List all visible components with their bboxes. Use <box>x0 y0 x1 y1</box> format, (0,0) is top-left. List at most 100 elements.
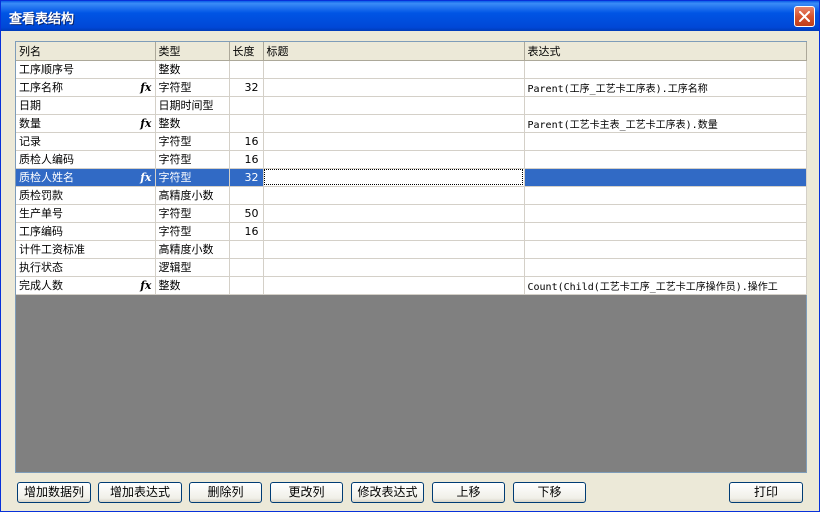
cell-caption[interactable] <box>263 60 525 79</box>
table-row[interactable]: 完成人数 fx 整数 Count(Child(工艺卡工序_工艺卡工序操作员).操作工 <box>16 276 807 295</box>
cell-column-name[interactable]: 质检人编码 <box>16 150 156 169</box>
table-row[interactable]: 执行状态 逻辑型 <box>16 258 807 277</box>
cell-type[interactable]: 高精度小数 <box>155 240 230 259</box>
cell-type[interactable]: 整数 <box>155 276 230 295</box>
table-row[interactable]: 工序编码 字符型 16 <box>16 222 807 241</box>
cell-length[interactable] <box>229 258 264 277</box>
cell-expression[interactable] <box>524 60 807 79</box>
close-button[interactable] <box>794 6 815 27</box>
cell-column-name[interactable]: 工序编码 <box>16 222 156 241</box>
column-name-text: 工序名称 <box>19 81 63 94</box>
cell-type[interactable]: 字符型 <box>155 132 230 151</box>
cell-length[interactable] <box>229 96 264 115</box>
cell-column-name[interactable]: 工序名称 fx <box>16 78 156 97</box>
cell-type[interactable]: 字符型 <box>155 222 230 241</box>
column-header-expression[interactable]: 表达式 <box>524 42 807 61</box>
add-expression-button[interactable]: 增加表达式 <box>98 482 182 503</box>
cell-column-name[interactable]: 生产单号 <box>16 204 156 223</box>
cell-column-name[interactable]: 记录 <box>16 132 156 151</box>
table-row[interactable]: 生产单号 字符型 50 <box>16 204 807 223</box>
cell-caption[interactable] <box>263 132 525 151</box>
cell-expression[interactable] <box>524 150 807 169</box>
cell-length[interactable]: 16 <box>229 132 264 151</box>
cell-column-name[interactable]: 质检罚款 <box>16 186 156 205</box>
title-bar[interactable]: 查看表结构 <box>1 1 819 31</box>
table-row[interactable]: 工序顺序号 整数 <box>16 60 807 79</box>
cell-length[interactable] <box>229 276 264 295</box>
cell-caption[interactable] <box>263 240 525 259</box>
cell-type[interactable]: 日期时间型 <box>155 96 230 115</box>
cell-caption[interactable] <box>263 204 525 223</box>
table-row[interactable]: 日期 日期时间型 <box>16 96 807 115</box>
delete-column-button[interactable]: 删除列 <box>189 482 262 503</box>
cell-caption[interactable] <box>263 168 525 187</box>
add-data-column-button[interactable]: 增加数据列 <box>17 482 91 503</box>
cell-expression[interactable] <box>524 222 807 241</box>
table-row[interactable]: 数量 fx 整数 Parent(工艺卡主表_工艺卡工序表).数量 <box>16 114 807 133</box>
cell-length[interactable]: 16 <box>229 150 264 169</box>
cell-length[interactable] <box>229 240 264 259</box>
cell-caption[interactable] <box>263 222 525 241</box>
cell-expression[interactable] <box>524 132 807 151</box>
cell-type[interactable]: 字符型 <box>155 168 230 187</box>
cell-column-name[interactable]: 工序顺序号 <box>16 60 156 79</box>
cell-expression[interactable]: Count(Child(工艺卡工序_工艺卡工序操作员).操作工 <box>524 276 807 295</box>
cell-column-name[interactable]: 质检人姓名 fx <box>16 168 156 187</box>
column-name-text: 质检人编码 <box>19 153 74 166</box>
cell-column-name[interactable]: 数量 fx <box>16 114 156 133</box>
cell-expression[interactable] <box>524 96 807 115</box>
column-name-text: 日期 <box>19 99 41 112</box>
table-row[interactable]: 计件工资标准 高精度小数 <box>16 240 807 259</box>
column-header-caption[interactable]: 标题 <box>263 42 525 61</box>
cell-length[interactable]: 32 <box>229 168 264 187</box>
cell-length[interactable]: 32 <box>229 78 264 97</box>
cell-type[interactable]: 整数 <box>155 60 230 79</box>
column-header-type[interactable]: 类型 <box>155 42 230 61</box>
cell-length[interactable] <box>229 114 264 133</box>
cell-column-name[interactable]: 执行状态 <box>16 258 156 277</box>
cell-expression[interactable] <box>524 186 807 205</box>
cell-expression[interactable]: Parent(工序_工艺卡工序表).工序名称 <box>524 78 807 97</box>
table-row[interactable]: 记录 字符型 16 <box>16 132 807 151</box>
cell-length[interactable] <box>229 60 264 79</box>
cell-type[interactable]: 整数 <box>155 114 230 133</box>
cell-length[interactable]: 16 <box>229 222 264 241</box>
move-up-button[interactable]: 上移 <box>432 482 505 503</box>
cell-caption[interactable] <box>263 258 525 277</box>
column-header-length[interactable]: 长度 <box>229 42 264 61</box>
change-column-button[interactable]: 更改列 <box>270 482 343 503</box>
dialog-window: 查看表结构 列名 类型 长度 标题 表达式 工序顺序号 整数 工序名称 fx 字符型 32… <box>0 0 820 512</box>
cell-caption[interactable] <box>263 150 525 169</box>
cell-type[interactable]: 字符型 <box>155 150 230 169</box>
column-name-text: 质检人姓名 <box>19 171 74 184</box>
cell-length[interactable]: 50 <box>229 204 264 223</box>
cell-column-name[interactable]: 完成人数 fx <box>16 276 156 295</box>
cell-column-name[interactable]: 日期 <box>16 96 156 115</box>
cell-caption[interactable] <box>263 186 525 205</box>
modify-expression-button[interactable]: 修改表达式 <box>351 482 424 503</box>
cell-length[interactable] <box>229 186 264 205</box>
table-row[interactable]: 质检人姓名 fx 字符型 32 <box>16 168 807 187</box>
cell-type[interactable]: 字符型 <box>155 78 230 97</box>
cell-expression[interactable] <box>524 168 807 187</box>
cell-type[interactable]: 高精度小数 <box>155 186 230 205</box>
print-button[interactable]: 打印 <box>729 482 803 503</box>
column-header-name[interactable]: 列名 <box>16 42 156 61</box>
cell-expression[interactable] <box>524 204 807 223</box>
cell-expression[interactable]: Parent(工艺卡主表_工艺卡工序表).数量 <box>524 114 807 133</box>
cell-caption[interactable] <box>263 78 525 97</box>
cell-type[interactable]: 逻辑型 <box>155 258 230 277</box>
column-name-text: 执行状态 <box>19 261 63 274</box>
cell-expression[interactable] <box>524 258 807 277</box>
cell-caption[interactable] <box>263 96 525 115</box>
cell-caption[interactable] <box>263 114 525 133</box>
move-down-button[interactable]: 下移 <box>513 482 586 503</box>
cell-type[interactable]: 字符型 <box>155 204 230 223</box>
cell-caption[interactable] <box>263 276 525 295</box>
table-row[interactable]: 质检罚款 高精度小数 <box>16 186 807 205</box>
cell-column-name[interactable]: 计件工资标准 <box>16 240 156 259</box>
table-row[interactable]: 工序名称 fx 字符型 32 Parent(工序_工艺卡工序表).工序名称 <box>16 78 807 97</box>
cell-expression[interactable] <box>524 240 807 259</box>
structure-grid[interactable]: 列名 类型 长度 标题 表达式 工序顺序号 整数 工序名称 fx 字符型 32 Parent… <box>15 41 807 473</box>
table-row[interactable]: 质检人编码 字符型 16 <box>16 150 807 169</box>
